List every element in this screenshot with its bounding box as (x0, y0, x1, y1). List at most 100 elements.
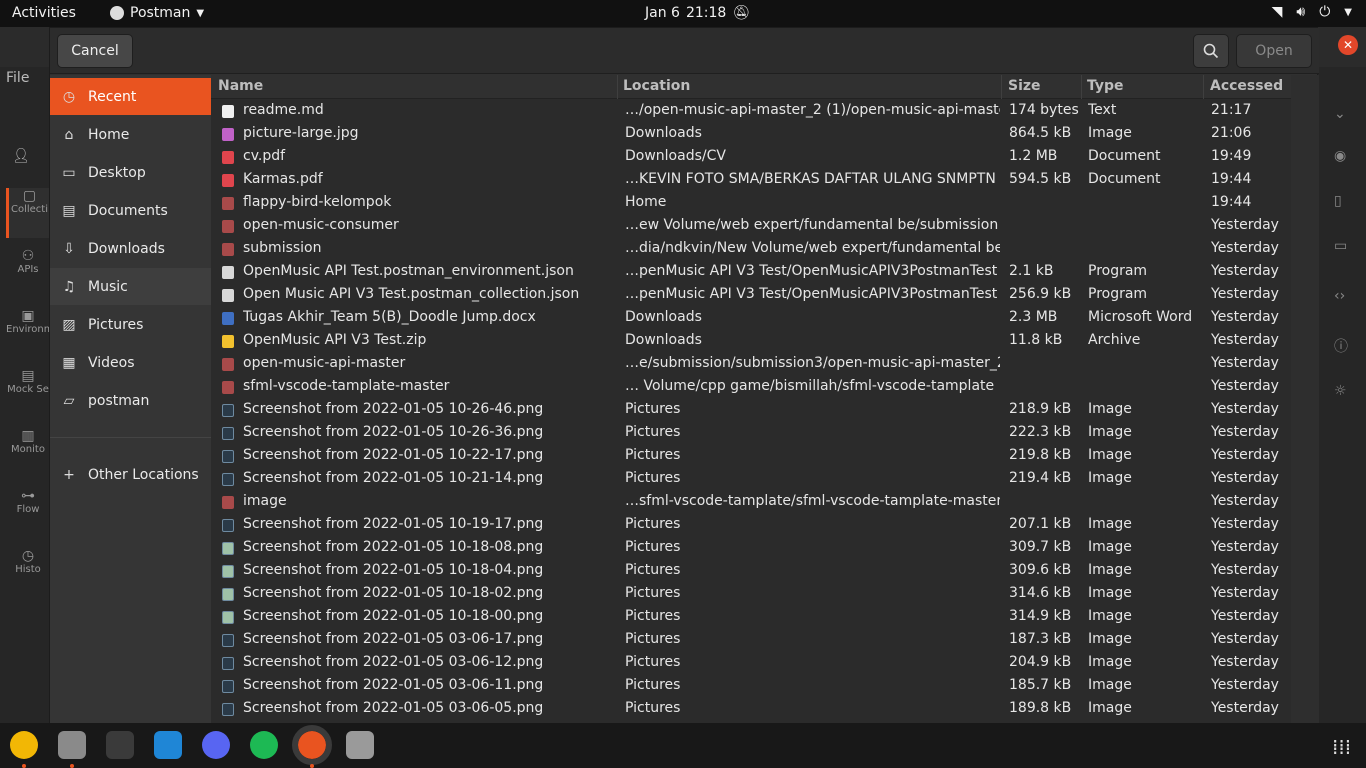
column-location[interactable]: Location (623, 78, 690, 94)
table-row[interactable]: OpenMusic API Test.postman_environment.j… (211, 261, 1291, 284)
comment-icon[interactable]: ▭ (1334, 238, 1347, 254)
vscode-icon[interactable] (154, 731, 182, 759)
app-grid-icon[interactable]: ⁞⁞⁞ (1332, 735, 1351, 759)
sidebar-item-home[interactable]: ⌂ Home (50, 116, 211, 153)
cell-accessed: Yesterday (1211, 608, 1279, 624)
table-row[interactable]: Screenshot from 2022-01-05 10-18-00.png P… (211, 606, 1291, 629)
column-size[interactable]: Size (1008, 78, 1041, 94)
cell-name: Screenshot from 2022-01-05 03-06-05.png (243, 700, 544, 716)
clock[interactable]: Jan 6 21:18 🔕︎ (645, 5, 750, 21)
sidebar-item-documents[interactable]: ▤ Documents (50, 192, 211, 229)
sidebar-item-videos[interactable]: ▦ Videos (50, 344, 211, 381)
power-icon: ⏻ (1319, 4, 1331, 20)
activities-button[interactable]: Activities (12, 5, 76, 21)
nav-flows[interactable]: ⊶ Flow (6, 488, 50, 515)
system-tray[interactable]: ◥ 🔊︎ ⏻ ▼ (1272, 4, 1352, 20)
cell-accessed: Yesterday (1211, 286, 1279, 302)
app-menu[interactable]: Postman ▼ (110, 5, 204, 21)
table-row[interactable]: Open Music API V3 Test.postman_collectio… (211, 284, 1291, 307)
cell-location: Pictures (625, 539, 681, 555)
table-row[interactable]: Screenshot from 2022-01-05 10-18-02.png P… (211, 583, 1291, 606)
sidebar-item-other-locations[interactable]: + Other Locations (50, 456, 211, 493)
cell-size: 189.8 kB (1009, 700, 1072, 716)
table-row[interactable]: open-music-consumer …ew Volume/web expert… (211, 215, 1291, 238)
disk-icon[interactable] (346, 731, 374, 759)
nav-history[interactable]: ◷ Histo (6, 548, 50, 575)
sidebar-item-postman[interactable]: ▱ postman (50, 382, 211, 419)
places-sidebar: ◷ Recent ⌂ Home ▭ Desktop ▤ Documents ⇩ Downloads… (50, 75, 211, 724)
table-row[interactable]: cv.pdf Downloads/CV 1.2 MB Document 19:49 (211, 146, 1291, 169)
search-button[interactable] (1193, 34, 1229, 68)
table-row[interactable]: Screenshot from 2022-01-05 10-22-17.png P… (211, 445, 1291, 468)
table-row[interactable]: Tugas Akhir_Team 5(B)_Doodle Jump.docx Do… (211, 307, 1291, 330)
info-icon[interactable]: ⓘ (1334, 336, 1348, 356)
terminal-icon[interactable] (106, 731, 134, 759)
table-row[interactable]: Screenshot from 2022-01-05 03-06-05.png P… (211, 698, 1291, 721)
code-icon[interactable]: ‹› (1334, 288, 1345, 304)
table-row[interactable]: Screenshot from 2022-01-05 10-19-17.png P… (211, 514, 1291, 537)
time: 21:18 (685, 5, 727, 21)
sidebar-item-desktop[interactable]: ▭ Desktop (50, 154, 211, 191)
table-row[interactable]: flappy-bird-kelompok Home 19:44 (211, 192, 1291, 215)
desktop-icon: ▭ (62, 164, 76, 181)
document-icon[interactable]: ▯ (1334, 193, 1342, 209)
nav-monitors[interactable]: ▥ Monito (6, 428, 50, 455)
column-accessed[interactable]: Accessed (1210, 78, 1283, 94)
cell-size: 185.7 kB (1009, 677, 1072, 693)
documents-icon: ▤ (62, 202, 76, 219)
nav-collections[interactable]: ▢ Collecti (6, 188, 50, 238)
table-row[interactable]: Screenshot from 2022-01-05 03-06-17.png P… (211, 629, 1291, 652)
cell-name: Screenshot from 2022-01-05 03-06-11.png (243, 677, 544, 693)
cell-location: Pictures (625, 516, 681, 532)
cancel-button[interactable]: Cancel (57, 34, 133, 68)
nav-mock-servers[interactable]: ▤ Mock Se (6, 368, 50, 395)
sidebar-item-recent[interactable]: ◷ Recent (50, 78, 211, 115)
postman-icon[interactable] (292, 725, 332, 765)
table-row[interactable]: Screenshot from 2022-01-05 10-21-14.png P… (211, 468, 1291, 491)
table-row[interactable]: submission …dia/ndkvin/New Volume/web exp… (211, 238, 1291, 261)
spotify-icon[interactable] (250, 731, 278, 759)
table-row[interactable]: open-music-api-master …e/submission/submi… (211, 353, 1291, 376)
cell-type: Microsoft Word (1088, 309, 1193, 325)
screenshot-file-icon (222, 450, 234, 463)
column-name[interactable]: Name (218, 78, 263, 94)
pdf-file-icon (222, 174, 234, 187)
sidebar-item-pictures[interactable]: ▨ Pictures (50, 306, 211, 343)
table-row[interactable]: sfml-vscode-tamplate-master … Volume/cpp … (211, 376, 1291, 399)
chrome-icon[interactable] (10, 731, 38, 759)
table-row[interactable]: Karmas.pdf …KEVIN FOTO SMA/BERKAS DAFTAR … (211, 169, 1291, 192)
cell-name: sfml-vscode-tamplate-master (243, 378, 450, 394)
cell-location: …KEVIN FOTO SMA/BERKAS DAFTAR ULANG SNMP… (625, 171, 996, 187)
table-row[interactable]: Screenshot from 2022-01-05 10-26-46.png P… (211, 399, 1291, 422)
eye-icon[interactable]: ◉ (1334, 148, 1346, 164)
table-row[interactable]: Screenshot from 2022-01-05 10-18-08.png P… (211, 537, 1291, 560)
open-button[interactable]: Open (1236, 34, 1312, 68)
table-row[interactable]: Screenshot from 2022-01-05 03-06-12.png P… (211, 652, 1291, 675)
cell-location: Pictures (625, 608, 681, 624)
table-row[interactable]: Screenshot from 2022-01-05 10-26-36.png P… (211, 422, 1291, 445)
sidebar-item-music[interactable]: ♫ Music (50, 268, 211, 305)
table-row[interactable]: Screenshot from 2022-01-05 03-06-11.png P… (211, 675, 1291, 698)
screenshot-light-file-icon (222, 588, 234, 601)
chevron-down-icon[interactable]: ⌄ (1334, 106, 1346, 122)
table-row[interactable]: OpenMusic API V3 Test.zip Downloads 11.8 k… (211, 330, 1291, 353)
table-row[interactable]: readme.md …/open-music-api-master_2 (1)/o… (211, 100, 1291, 123)
column-type[interactable]: Type (1087, 78, 1124, 94)
scrollbar[interactable] (1291, 75, 1319, 724)
table-row[interactable]: Screenshot from 2022-01-05 10-18-04.png P… (211, 560, 1291, 583)
table-row[interactable]: image …sfml-vscode-tamplate/sfml-vscode-t… (211, 491, 1291, 514)
sidebar-item-downloads[interactable]: ⇩ Downloads (50, 230, 211, 267)
cell-accessed: Yesterday (1211, 355, 1279, 371)
cell-size: 174 bytes (1009, 102, 1079, 118)
nav-environments[interactable]: ▣ Environm (6, 308, 53, 335)
folder-icon: ▱ (63, 392, 75, 409)
discord-icon[interactable] (202, 731, 230, 759)
cell-location: Pictures (625, 562, 681, 578)
cell-size: 11.8 kB (1009, 332, 1063, 348)
lightbulb-icon[interactable]: ☼ (1334, 383, 1347, 399)
files-icon[interactable] (58, 731, 86, 759)
table-row[interactable]: picture-large.jpg Downloads 864.5 kB Image 2… (211, 123, 1291, 146)
nav-apis[interactable]: ⚇ APIs (6, 248, 50, 275)
menu-file[interactable]: File (6, 70, 29, 86)
close-window-button[interactable]: ✕ (1338, 35, 1358, 55)
